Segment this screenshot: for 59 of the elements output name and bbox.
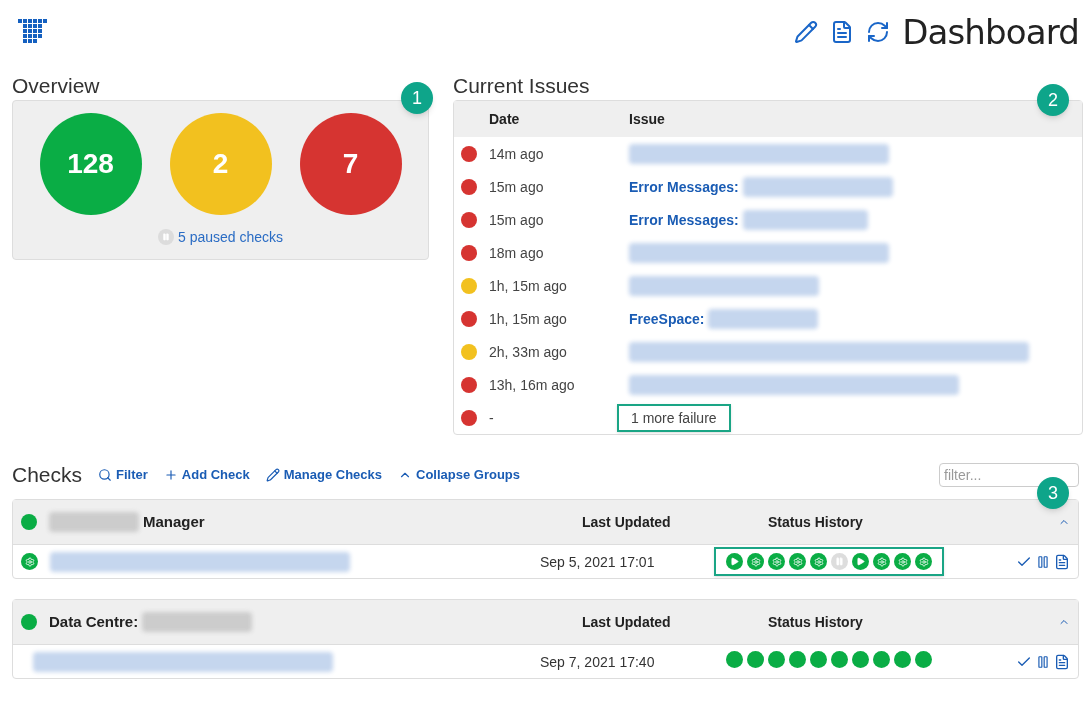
toolbar-link-label[interactable]: Add Check (181, 465, 250, 485)
pause-status-icon (831, 553, 848, 570)
toolbar-link[interactable]: Manage Checks (265, 465, 382, 485)
section-title: Overview (12, 73, 100, 99)
section-title: Checks (12, 462, 83, 489)
column-header: Status History (768, 613, 864, 632)
issue-time: 13h, 16m ago (489, 375, 576, 395)
refresh-icon[interactable] (866, 20, 891, 44)
toolbar-link-label[interactable]: Filter (116, 465, 148, 485)
section-title: Current Issues (453, 73, 590, 99)
pause-icon[interactable] (1036, 554, 1050, 569)
pause-icon (157, 229, 174, 245)
gear-status-icon (915, 553, 932, 570)
pencil-icon (265, 468, 280, 482)
gear-status-icon (768, 553, 785, 570)
toolbar-link[interactable]: Add Check (163, 465, 250, 485)
issue-time: 2h, 33m ago (489, 342, 568, 362)
callout-number-badge: 1 (401, 82, 433, 114)
issue-link[interactable]: Error Messages: (629, 209, 739, 230)
edit-icon[interactable] (794, 20, 819, 44)
search-icon (98, 468, 113, 482)
issue-time: 15m ago (489, 177, 545, 197)
issue-link[interactable]: Error Messages: (629, 176, 739, 197)
page-title: Dashboard (902, 10, 1079, 54)
gear-status-icon (894, 553, 911, 570)
group-name: Manager (143, 512, 205, 533)
column-header: Issue (629, 110, 665, 129)
toolbar-link-label[interactable]: Manage Checks (283, 465, 382, 485)
issue-time: 1h, 15m ago (489, 309, 568, 329)
column-header: Status History (768, 513, 864, 532)
plus-icon (163, 468, 178, 482)
callout-number-badge: 2 (1037, 84, 1069, 116)
callout-number-badge: 3 (1037, 477, 1069, 509)
play-status-icon (852, 553, 869, 570)
group-name: Data Centre: (49, 612, 139, 633)
issue-time: 15m ago (489, 210, 545, 230)
column-header: Last Updated (582, 613, 672, 632)
last-updated-text: Sep 7, 2021 17:40 (540, 652, 656, 672)
filter-field[interactable]: filter... (939, 463, 1079, 487)
column-header: Last Updated (582, 513, 672, 532)
issue-time: 14m ago (489, 144, 545, 164)
gear-status-icon (747, 553, 764, 570)
pause-icon[interactable] (1036, 654, 1050, 669)
pdf-icon[interactable] (1054, 653, 1070, 670)
toolbar-link[interactable]: Filter (98, 465, 148, 485)
gear-status-icon (873, 553, 890, 570)
issue-link[interactable]: FreeSpace: (629, 308, 705, 329)
issue-time: 18m ago (489, 243, 545, 263)
gear-status-icon (21, 553, 38, 570)
column-header: Date (489, 110, 521, 129)
issue-time: - (489, 408, 495, 428)
play-status-icon (726, 553, 743, 570)
issue-time: 1h, 15m ago (489, 276, 568, 296)
pdf-icon[interactable] (1054, 553, 1070, 570)
last-updated-text: Sep 5, 2021 17:01 (540, 552, 656, 572)
gear-status-icon (810, 553, 827, 570)
paused-checks-link[interactable]: 5 paused checks (177, 227, 284, 247)
more-failures-text[interactable]: 1 more failure (617, 403, 731, 432)
gear-status-icon (789, 553, 806, 570)
